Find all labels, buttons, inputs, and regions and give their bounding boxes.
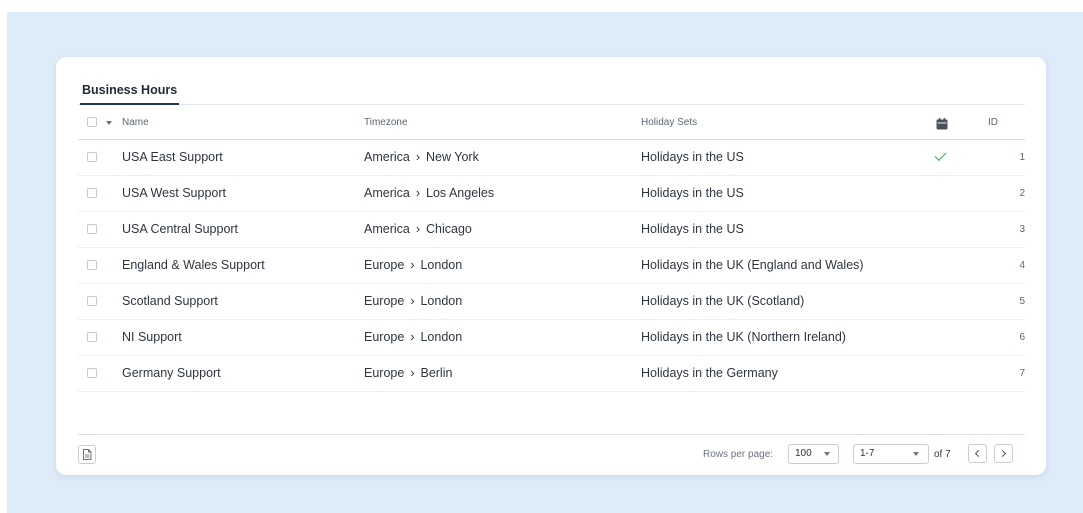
- row-holiday-set: Holidays in the UK (Northern Ireland): [641, 330, 846, 344]
- timezone-region: Europe: [364, 330, 405, 344]
- row-holiday-set: Holidays in the Germany: [641, 366, 778, 380]
- row-name: USA Central Support: [122, 222, 239, 236]
- chevron-right-icon: ›: [410, 366, 415, 380]
- row-id: 4: [1019, 260, 1025, 271]
- row-timezone: America › Chicago: [364, 212, 472, 247]
- timezone-region: Europe: [364, 366, 405, 380]
- document-icon: [83, 449, 92, 460]
- table-row[interactable]: England & Wales Support Europe › London Ho…: [78, 248, 1025, 284]
- table-row[interactable]: USA West Support America › Los Angeles Hol…: [78, 176, 1025, 212]
- business-hours-card: Business Hours Name Timezone Holiday Set…: [56, 57, 1046, 475]
- tab-business-hours[interactable]: Business Hours: [80, 83, 180, 105]
- timezone-city: New York: [426, 150, 479, 164]
- select-menu-caret-icon[interactable]: [106, 121, 112, 125]
- row-name: USA East Support: [122, 150, 223, 164]
- row-id: 7: [1019, 368, 1025, 379]
- column-header-id[interactable]: ID: [988, 105, 998, 140]
- table-row[interactable]: USA East Support America › New York Holida…: [78, 140, 1025, 176]
- chevron-right-icon: ›: [415, 186, 421, 200]
- timezone-region: Europe: [364, 294, 405, 308]
- row-name: USA West Support: [122, 186, 226, 200]
- chevron-right-icon: ›: [410, 258, 415, 272]
- table-row[interactable]: NI Support Europe › London Holidays in the…: [78, 320, 1025, 356]
- timezone-region: America: [364, 222, 410, 236]
- rows-per-page-label: Rows per page:: [703, 449, 774, 460]
- table-row[interactable]: Scotland Support Europe › London Holidays …: [78, 284, 1025, 320]
- row-timezone: Europe › London: [364, 320, 462, 355]
- page-range-value: 1-7: [860, 448, 875, 459]
- row-timezone: America › New York: [364, 140, 479, 175]
- rows-per-page-select[interactable]: 100: [788, 444, 839, 464]
- next-page-button[interactable]: [994, 444, 1013, 463]
- timezone-region: America: [364, 186, 410, 200]
- chevron-right-icon: ›: [410, 330, 415, 344]
- chevron-right-icon: ›: [410, 294, 415, 308]
- row-timezone: America › Los Angeles: [364, 176, 494, 211]
- rows-per-page-value: 100: [795, 448, 812, 459]
- row-holiday-set: Holidays in the UK (England and Wales): [641, 258, 864, 272]
- row-id: 3: [1019, 224, 1025, 235]
- calendar-icon[interactable]: [936, 117, 948, 135]
- chevron-down-icon: [913, 452, 919, 456]
- row-name: Scotland Support: [122, 294, 218, 308]
- timezone-region: Europe: [364, 258, 405, 272]
- row-checkbox[interactable]: [87, 152, 97, 162]
- tab-bar: Business Hours: [78, 83, 1025, 105]
- row-checkbox[interactable]: [87, 260, 97, 270]
- row-name: England & Wales Support: [122, 258, 265, 272]
- previous-page-button[interactable]: [968, 444, 987, 463]
- timezone-city: London: [420, 330, 463, 344]
- row-checkbox[interactable]: [87, 368, 97, 378]
- page-range-select[interactable]: 1-7: [853, 444, 929, 464]
- timezone-city: London: [420, 258, 463, 272]
- row-name: Germany Support: [122, 366, 221, 380]
- row-id: 1: [1019, 152, 1025, 163]
- row-checkbox[interactable]: [87, 296, 97, 306]
- row-checkbox[interactable]: [87, 332, 97, 342]
- chevron-right-icon: ›: [415, 150, 421, 164]
- row-name: NI Support: [122, 330, 182, 344]
- row-holiday-set: Holidays in the UK (Scotland): [641, 294, 805, 308]
- default-check-icon: [934, 148, 947, 162]
- column-header-holiday-sets[interactable]: Holiday Sets: [641, 105, 697, 140]
- row-timezone: Europe › London: [364, 284, 462, 319]
- table-row[interactable]: USA Central Support America › Chicago Holi…: [78, 212, 1025, 248]
- row-holiday-set: Holidays in the US: [641, 150, 744, 164]
- table-row[interactable]: Germany Support Europe › Berlin Holidays i…: [78, 356, 1025, 392]
- select-all-checkbox[interactable]: [87, 117, 97, 127]
- chevron-right-icon: ›: [415, 222, 421, 236]
- footer-divider: [78, 434, 1025, 435]
- row-timezone: Europe › London: [364, 248, 462, 283]
- row-id: 6: [1019, 332, 1025, 343]
- row-id: 2: [1019, 188, 1025, 199]
- row-id: 5: [1019, 296, 1025, 307]
- row-checkbox[interactable]: [87, 188, 97, 198]
- timezone-city: Chicago: [426, 222, 472, 236]
- row-checkbox[interactable]: [87, 224, 97, 234]
- row-timezone: Europe › Berlin: [364, 356, 452, 391]
- chevron-down-icon: [824, 452, 830, 456]
- row-holiday-set: Holidays in the US: [641, 222, 744, 236]
- timezone-city: Los Angeles: [426, 186, 495, 200]
- chevron-right-icon: [998, 449, 1007, 458]
- column-header-name[interactable]: Name: [122, 105, 149, 140]
- table-header: Name Timezone Holiday Sets ID: [78, 105, 1025, 140]
- total-count-label: of 7: [934, 449, 951, 460]
- export-button[interactable]: [78, 445, 96, 464]
- chevron-left-icon: [974, 449, 983, 458]
- column-header-timezone[interactable]: Timezone: [364, 105, 408, 140]
- timezone-city: London: [420, 294, 463, 308]
- timezone-region: America: [364, 150, 410, 164]
- row-holiday-set: Holidays in the US: [641, 186, 744, 200]
- timezone-city: Berlin: [420, 366, 453, 380]
